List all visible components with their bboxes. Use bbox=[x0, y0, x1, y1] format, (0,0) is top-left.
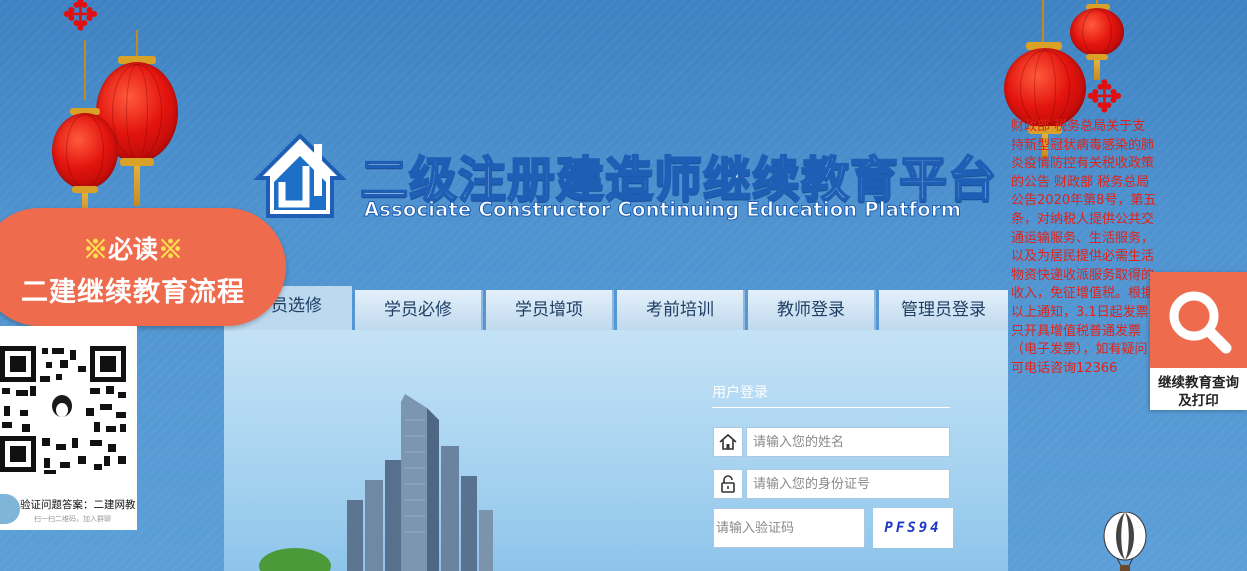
query-label-line1: 继续教育查询 bbox=[1158, 375, 1239, 391]
tab-exam-training[interactable]: 考前培训 bbox=[617, 290, 745, 330]
qr-code-image bbox=[0, 346, 126, 474]
home-icon bbox=[713, 427, 743, 457]
must-read-process-button[interactable]: ※必读※ 二建继续教育流程 bbox=[0, 208, 286, 326]
tab-teacher-login[interactable]: 教师登录 bbox=[748, 290, 876, 330]
tax-notice-text: 财政部 税务总局关于支持新型冠状病毒感染的肺炎疫情防控有关税收政策的公告 财政部… bbox=[1011, 119, 1157, 376]
chinese-knot-icon: ✥ bbox=[62, 0, 99, 41]
house-logo-icon bbox=[252, 126, 348, 222]
tab-additional[interactable]: 学员增项 bbox=[486, 290, 614, 330]
captcha-input[interactable] bbox=[713, 508, 865, 548]
tab-compulsory[interactable]: 学员必修 bbox=[355, 290, 483, 330]
qr-caption: 验证问题答案：二建网教 bbox=[20, 499, 136, 511]
name-input[interactable] bbox=[746, 427, 950, 457]
tab-admin-login[interactable]: 管理员登录 bbox=[879, 290, 1008, 330]
qr-subcaption: 扫一扫二维码，加入群聊 bbox=[34, 515, 111, 523]
must-read-label: 二建继续教育流程 bbox=[21, 277, 245, 308]
must-read-heading: ※必读※ bbox=[82, 235, 184, 264]
continuing-education-query-button[interactable]: 继续教育查询 及打印 bbox=[1150, 272, 1247, 410]
search-icon bbox=[1150, 272, 1247, 368]
city-buildings-illustration bbox=[255, 380, 495, 571]
lock-icon bbox=[713, 469, 743, 499]
main-nav: 学员选修 学员必修 学员增项 考前培训 教师登录 管理员登录 bbox=[224, 286, 1008, 330]
hot-air-balloon-decoration bbox=[1103, 511, 1147, 571]
id-number-input[interactable] bbox=[746, 469, 950, 499]
login-title: 用户登录 bbox=[712, 382, 950, 408]
site-subtitle: Associate Constructor Continuing Educati… bbox=[363, 198, 962, 222]
captcha-image[interactable]: PFS94 bbox=[873, 508, 953, 548]
chinese-knot-icon: ✥ bbox=[1086, 72, 1123, 123]
query-label-line2: 及打印 bbox=[1178, 393, 1219, 409]
